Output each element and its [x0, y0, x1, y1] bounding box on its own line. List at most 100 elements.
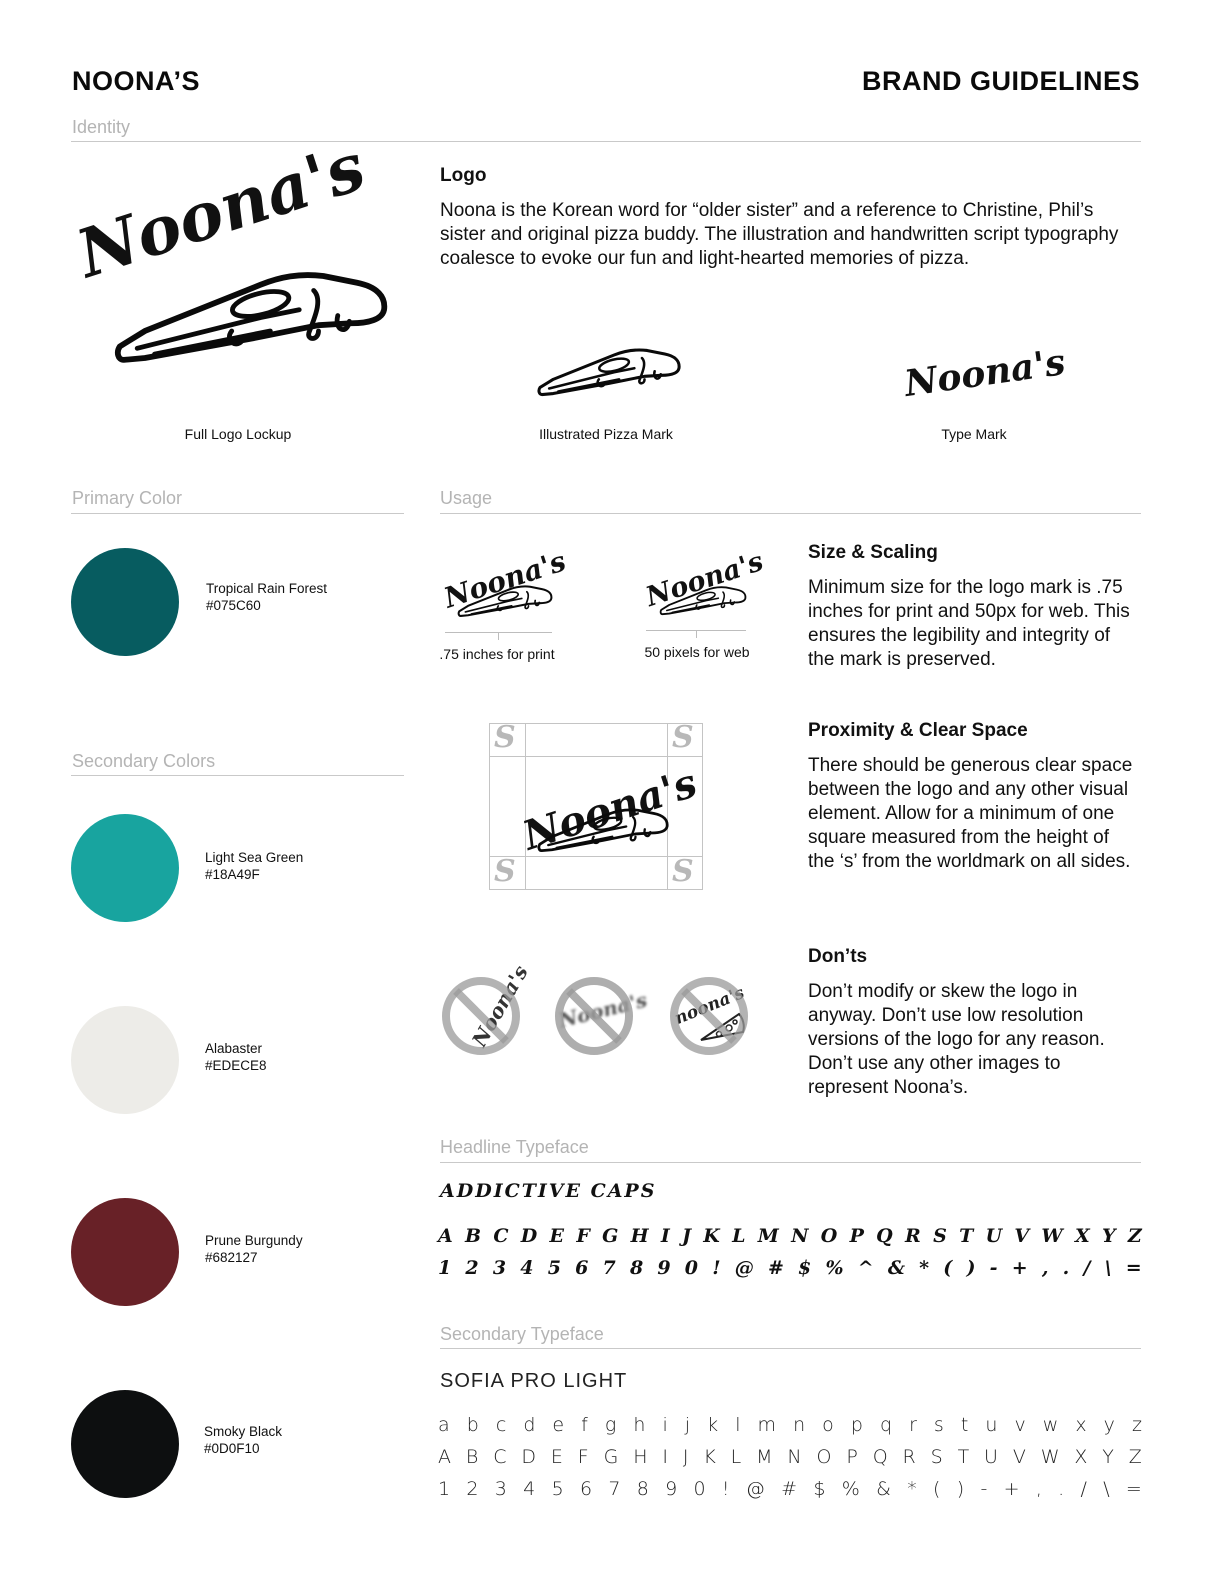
pizza-slice-icon	[659, 586, 747, 616]
glyph: S	[933, 1225, 947, 1247]
glyph: R	[904, 1225, 921, 1247]
full-logo-lockup: Noona's	[68, 127, 388, 375]
glyph: &	[876, 1478, 891, 1500]
glyph: *	[907, 1478, 917, 1500]
glyph: E	[550, 1446, 563, 1468]
glyph: W	[1041, 1225, 1063, 1247]
glyph: !	[721, 1478, 730, 1500]
brand-name: NOONA’S	[72, 66, 201, 96]
glyph: .	[1058, 1478, 1065, 1500]
glyph: k	[707, 1414, 719, 1436]
glyph: R	[902, 1446, 916, 1468]
color-swatch-label: Smoky Black #0D0F10	[204, 1424, 283, 1456]
glyph: g	[604, 1414, 617, 1436]
glyph: Z	[1128, 1446, 1142, 1468]
glyph: (	[943, 1257, 953, 1279]
glyph: Z	[1127, 1225, 1142, 1247]
glyph: X	[1075, 1225, 1090, 1247]
glyph: 9	[665, 1478, 678, 1500]
scale-tick	[696, 630, 697, 638]
secondary-glyph-row-lowercase: abcdefghijklmnopqrstuvwxyz	[438, 1414, 1142, 1436]
glyph: D	[521, 1446, 536, 1468]
glyph: P	[846, 1446, 858, 1468]
glyph: t	[960, 1414, 969, 1436]
glyph: =	[1125, 1478, 1142, 1500]
glyph: 7	[608, 1478, 621, 1500]
glyph: j	[684, 1414, 691, 1436]
secondary-glyph-row-uppercase: ABCDEFGHIJKLMNOPQRSTUVWXYZ	[438, 1446, 1142, 1468]
glyph: U	[985, 1225, 1003, 1247]
glyph: i	[662, 1414, 668, 1436]
logo-print-size-example: Noona's	[440, 544, 570, 625]
glyph: +	[1003, 1478, 1020, 1500]
glyph: O	[816, 1446, 832, 1468]
section-label-usage: Usage	[440, 488, 493, 508]
glyph: %	[841, 1478, 860, 1500]
prohibited-icon	[670, 977, 748, 1055]
glyph: @	[734, 1257, 754, 1279]
glyph: 6	[575, 1257, 589, 1279]
glyph: +	[1011, 1257, 1028, 1279]
section-label-identity: Identity	[72, 117, 131, 137]
glyph: ,	[1041, 1257, 1049, 1279]
prohibited-icon	[442, 977, 520, 1055]
caption-full-logo: Full Logo Lockup	[184, 426, 292, 442]
glyph: e	[552, 1414, 565, 1436]
glyph: (	[933, 1478, 941, 1500]
dont-low-resolution-example: Noona's	[554, 976, 649, 1056]
glyph: J	[682, 1446, 689, 1468]
glyph: B	[465, 1225, 482, 1247]
glyph: E	[549, 1225, 565, 1247]
glyph: K	[703, 1225, 720, 1247]
glyph: 2	[465, 1257, 479, 1279]
section-label-secondary-typeface: Secondary Typeface	[440, 1324, 604, 1344]
logo-description: Noona is the Korean word for “older sist…	[440, 200, 1119, 269]
dont-skew-example: Noona's	[441, 961, 533, 1056]
divider	[440, 513, 1141, 514]
glyph: #	[767, 1257, 784, 1279]
glyph: C	[493, 1446, 507, 1468]
glyph: c	[495, 1414, 507, 1436]
caption-type-mark: Type Mark	[941, 426, 1007, 442]
glyph: F	[576, 1225, 590, 1247]
glyph: 1	[438, 1478, 451, 1500]
logo-web-size-example: Noona's	[642, 546, 767, 628]
secondary-typeface-name: SOFIA PRO LIGHT	[440, 1370, 628, 1392]
glyph: *	[919, 1257, 930, 1279]
glyph: f	[581, 1414, 588, 1436]
glyph: U	[984, 1446, 998, 1468]
glyph: 4	[520, 1257, 534, 1279]
s-measure-icon: 𝑺	[672, 854, 694, 889]
glyph: H	[633, 1446, 648, 1468]
glyph: )	[966, 1257, 976, 1279]
glyph: P	[849, 1225, 864, 1247]
glyph: m	[757, 1414, 777, 1436]
glyph: 9	[657, 1257, 671, 1279]
glyph: 0	[693, 1478, 706, 1500]
color-swatch	[71, 548, 179, 656]
glyph: X	[1074, 1446, 1088, 1468]
glyph: 5	[547, 1257, 561, 1279]
color-swatch	[71, 1006, 179, 1114]
glyph: o	[822, 1414, 834, 1436]
glyph: p	[850, 1414, 863, 1436]
headline-glyph-row-letters: ABCDEFGHIJKLMNOPQRSTUVWXYZ	[438, 1225, 1142, 1247]
glyph: W	[1040, 1446, 1060, 1468]
color-swatch	[71, 1390, 179, 1498]
glyph: 2	[466, 1478, 479, 1500]
glyph: 3	[494, 1478, 507, 1500]
glyph: S	[930, 1446, 943, 1468]
glyph: /	[1080, 1478, 1087, 1500]
donts-heading: Don’ts	[808, 946, 868, 967]
glyph: !	[712, 1257, 721, 1279]
glyph: @	[745, 1478, 765, 1500]
glyph: l	[735, 1414, 741, 1436]
glyph: Q	[876, 1225, 893, 1247]
glyph: J	[682, 1225, 692, 1247]
glyph: N	[791, 1225, 809, 1247]
glyph: L	[732, 1225, 746, 1247]
glyph: %	[825, 1257, 844, 1279]
pizza-slice-icon	[457, 585, 553, 617]
glyph: 8	[636, 1478, 649, 1500]
glyph: G	[602, 1225, 619, 1247]
